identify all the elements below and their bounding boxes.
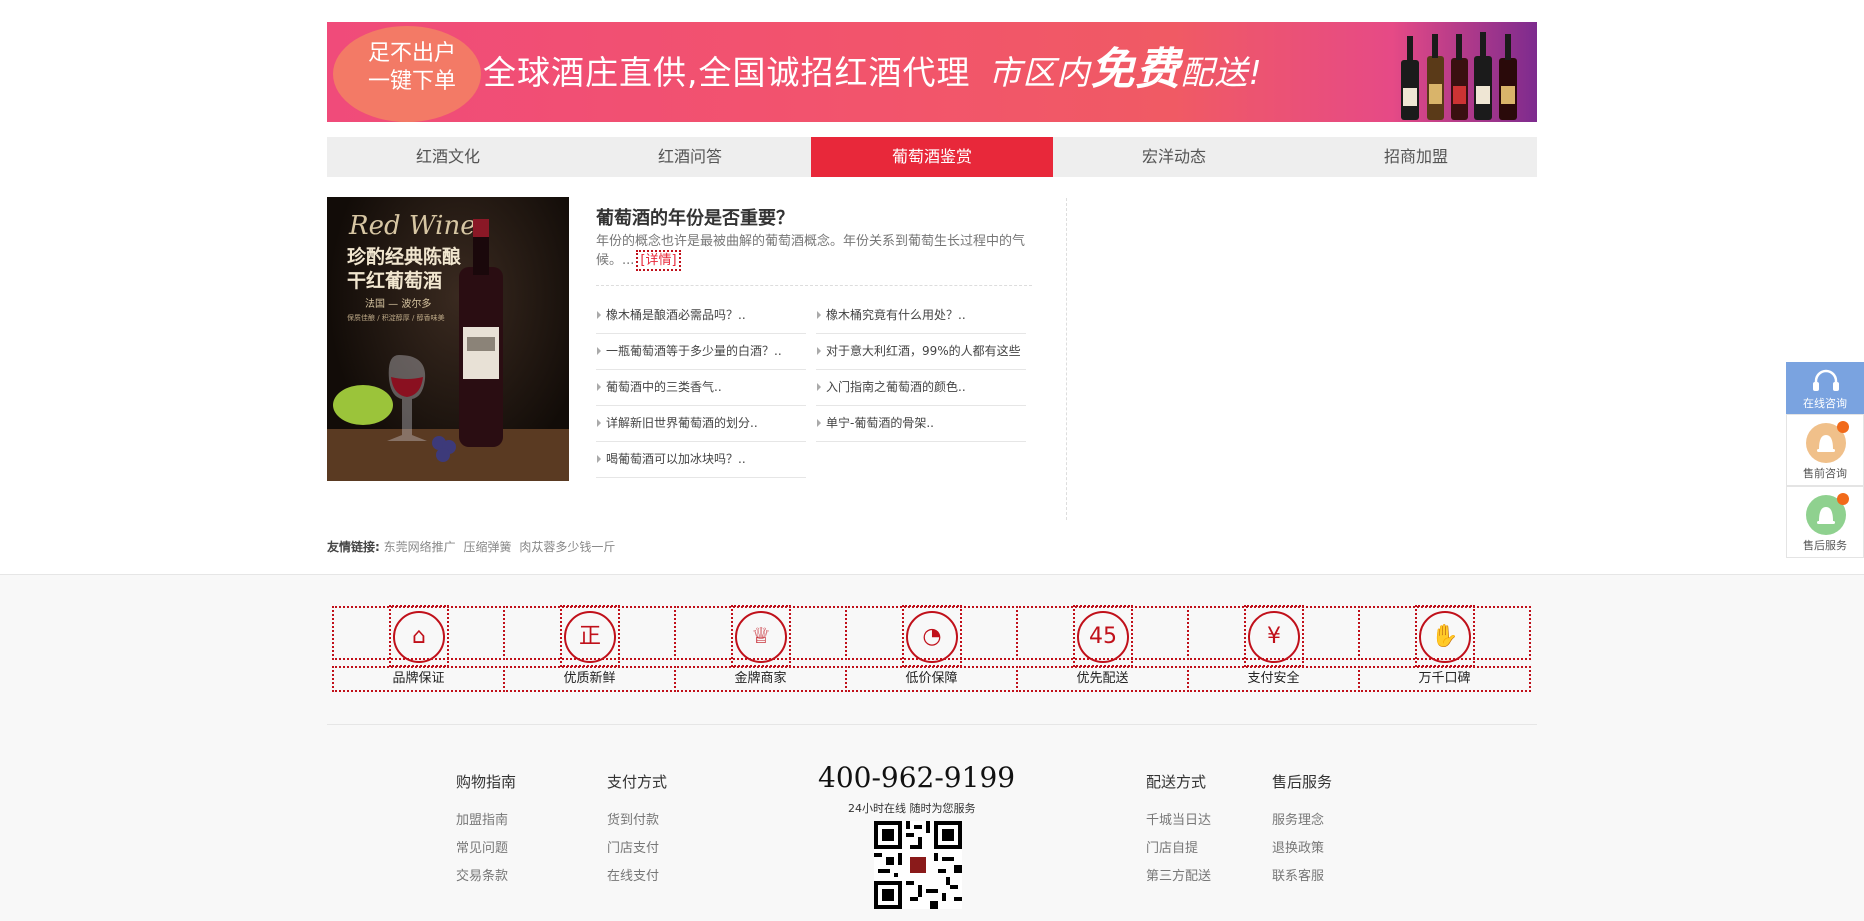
feature-reputation: ✋ 万千口碑: [1358, 605, 1531, 692]
genuine-icon: 正: [564, 611, 616, 663]
banner-headline-text: 全球酒庄直供,全国诚招红酒代理: [483, 53, 971, 92]
promo-c: 配送!: [1180, 53, 1263, 92]
bubble-line-1: 足不出户: [367, 41, 456, 66]
feature-label: 优质新鲜: [503, 666, 676, 692]
footer-col-title: 购物指南: [456, 773, 517, 791]
feature-label: 金牌商家: [674, 666, 847, 692]
side-service-panel: 在线咨询 售前咨询 售后服务: [1786, 362, 1864, 558]
wine-promo-image[interactable]: Red Wine 珍酌经典陈酿 干红葡萄酒 法国 — 波尔多 保质佳酿 / 积淀…: [327, 197, 569, 481]
hotline-number: 400-962-9199: [818, 761, 1016, 794]
notification-dot: [1837, 493, 1849, 505]
footer-col-payment: 支付方式 货到付款 门店支付 在线支付: [607, 771, 667, 891]
promo-free: 免费: [1090, 44, 1181, 95]
list-item[interactable]: 一瓶葡萄酒等于多少量的白酒？..: [596, 334, 806, 370]
price-icon: ◔: [906, 611, 958, 663]
feature-payment-safe: ¥ 支付安全: [1187, 605, 1360, 692]
footer-link[interactable]: 退换政策: [1272, 835, 1332, 863]
footer-link[interactable]: 门店自提: [1146, 835, 1211, 863]
aftersale-service-button[interactable]: 售后服务: [1786, 486, 1864, 558]
shop-icon: ⌂: [393, 611, 445, 663]
presale-consult-button[interactable]: 售前咨询: [1786, 414, 1864, 486]
nav-item-franchise[interactable]: 招商加盟: [1295, 137, 1537, 177]
feature-low-price: ◔ 低价保障: [845, 605, 1018, 692]
article-desc: 年份的概念也许是最被曲解的葡萄酒概念。年份关系到葡萄生长过程中的气候。... [详…: [596, 232, 1034, 271]
feature-gold-merchant: ♕ 金牌商家: [674, 605, 847, 692]
yuan-icon: ¥: [1248, 611, 1300, 663]
footer-link[interactable]: 门店支付: [607, 835, 667, 863]
article-divider: [596, 285, 1032, 286]
list-item[interactable]: 单宁-葡萄酒的骨架..: [816, 406, 1026, 442]
wine-bottle-glass-illustration: [333, 219, 503, 462]
bubble-line-2: 一键下单: [367, 69, 456, 94]
footer-link[interactable]: 千城当日达: [1146, 807, 1211, 835]
friend-links-label: 友情链接:: [327, 540, 380, 554]
footer-divider: [327, 724, 1537, 725]
footer: ⌂ 品牌保证 正 优质新鲜 ♕ 金牌商家 ◔ 低价保障 45 优先配送 ¥ 支付…: [0, 574, 1864, 921]
feature-label: 品牌保证: [332, 666, 505, 692]
nav-item-wine-appreciation[interactable]: 葡萄酒鉴赏: [811, 137, 1053, 177]
friend-links: 友情链接: 东莞网络推广 压缩弹簧 肉苁蓉多少钱一斤: [327, 538, 619, 555]
footer-col-title: 支付方式: [607, 773, 668, 791]
friend-link[interactable]: 压缩弹簧: [463, 540, 511, 554]
list-item[interactable]: 葡萄酒中的三类香气..: [596, 370, 806, 406]
footer-link[interactable]: 联系客服: [1272, 863, 1332, 891]
article-title[interactable]: 葡萄酒的年份是否重要？: [596, 204, 794, 230]
delivery-45-icon: 45: [1077, 611, 1129, 663]
hotline-subtitle: 24小时在线 随时为您服务: [848, 802, 976, 815]
footer-link[interactable]: 交易条款: [456, 863, 516, 891]
footer-col-delivery: 配送方式 千城当日达 门店自提 第三方配送: [1146, 771, 1211, 891]
list-item[interactable]: 喝葡萄酒可以加冰块吗？..: [596, 442, 806, 478]
presale-consult-label: 售前咨询: [1803, 467, 1847, 480]
feature-label: 优先配送: [1016, 666, 1189, 692]
banner-bubble-text: 足不出户 一键下单: [357, 40, 467, 96]
vertical-divider: [1066, 198, 1067, 520]
wine-bottles-image: [1401, 32, 1517, 120]
nav-item-wine-culture[interactable]: 红酒文化: [327, 137, 569, 177]
top-banner[interactable]: 足不出户 一键下单 全球酒庄直供,全国诚招红酒代理 市区内免费配送!: [327, 22, 1537, 122]
nav-item-news[interactable]: 宏洋动态: [1053, 137, 1295, 177]
list-item[interactable]: 入门指南之葡萄酒的颜色..: [816, 370, 1026, 406]
feature-label: 万千口碑: [1358, 666, 1531, 692]
notification-dot: [1837, 421, 1849, 433]
promo-a: 市区内: [988, 53, 1091, 92]
banner-headline: 全球酒庄直供,全国诚招红酒代理 市区内免费配送!: [483, 48, 1263, 95]
list-item[interactable]: 详解新旧世界葡萄酒的划分..: [596, 406, 806, 442]
list-item[interactable]: 对于意大利红酒，99%的人都有这些: [816, 334, 1026, 370]
footer-link[interactable]: 常见问题: [456, 835, 516, 863]
feature-strip: ⌂ 品牌保证 正 优质新鲜 ♕ 金牌商家 ◔ 低价保障 45 优先配送 ¥ 支付…: [332, 605, 1531, 692]
footer-col-title: 售后服务: [1272, 773, 1333, 791]
main-nav: 红酒文化 红酒问答 葡萄酒鉴赏 宏洋动态 招商加盟: [327, 137, 1537, 177]
feature-brand: ⌂ 品牌保证: [332, 605, 505, 692]
footer-col-title: 配送方式: [1146, 773, 1207, 791]
online-consult-button[interactable]: 在线咨询: [1786, 362, 1864, 414]
friend-link[interactable]: 东莞网络推广: [384, 540, 456, 554]
feature-label: 支付安全: [1187, 666, 1360, 692]
footer-link[interactable]: 加盟指南: [456, 807, 516, 835]
article-more-link[interactable]: [详情]: [636, 250, 681, 271]
feature-priority-delivery: 45 优先配送: [1016, 605, 1189, 692]
article-list: 橡木桶是酿酒必需品吗？.. 橡木桶究竟有什么用处？.. 一瓶葡萄酒等于多少量的白…: [596, 298, 1036, 478]
footer-link[interactable]: 货到付款: [607, 807, 667, 835]
feature-label: 低价保障: [845, 666, 1018, 692]
qr-code-image: [874, 821, 962, 909]
footer-col-shopping-guide: 购物指南 加盟指南 常见问题 交易条款: [456, 771, 516, 891]
headset-icon: [1813, 369, 1839, 391]
footer-link[interactable]: 在线支付: [607, 863, 667, 891]
feature-fresh: 正 优质新鲜: [503, 605, 676, 692]
friend-link[interactable]: 肉苁蓉多少钱一斤: [519, 540, 615, 554]
thumbs-up-icon: ✋: [1419, 611, 1471, 663]
trophy-icon: ♕: [735, 611, 787, 663]
footer-link[interactable]: 服务理念: [1272, 807, 1332, 835]
footer-link[interactable]: 第三方配送: [1146, 863, 1211, 891]
footer-col-aftersale: 售后服务 服务理念 退换政策 联系客服: [1272, 771, 1332, 891]
aftersale-service-label: 售后服务: [1803, 539, 1847, 552]
list-item[interactable]: 橡木桶究竟有什么用处？..: [816, 298, 1026, 334]
list-item[interactable]: 橡木桶是酿酒必需品吗？..: [596, 298, 806, 334]
online-consult-label: 在线咨询: [1803, 397, 1847, 410]
nav-item-wine-qa[interactable]: 红酒问答: [569, 137, 811, 177]
